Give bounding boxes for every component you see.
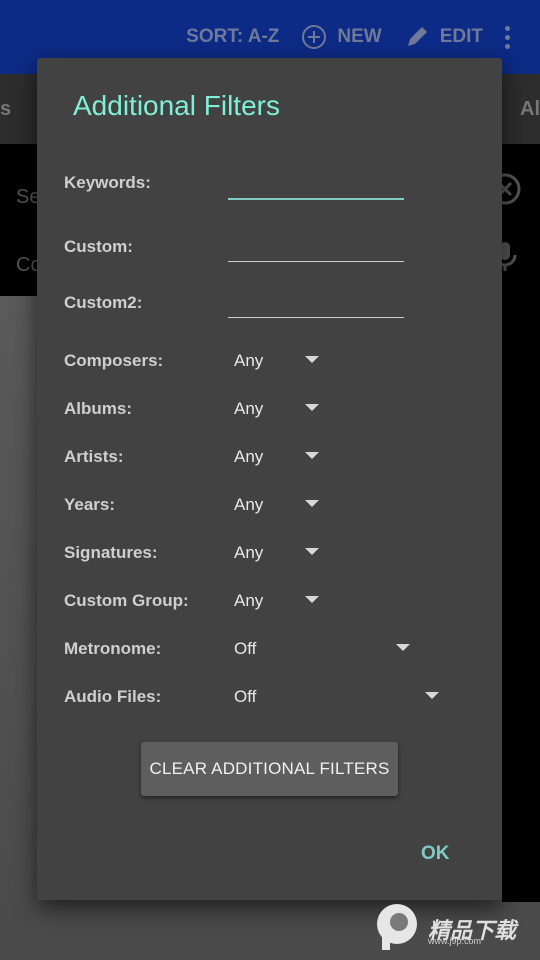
- custom-label: Custom:: [64, 237, 133, 256]
- watermark: 精品下载: [372, 900, 516, 957]
- custom-group-label: Custom Group:: [64, 591, 189, 610]
- signatures-label: Signatures:: [64, 543, 158, 562]
- clear-filters-button[interactable]: CLEAR ADDITIONAL FILTERS: [141, 742, 398, 796]
- artists-label: Artists:: [64, 447, 124, 466]
- albums-value: Any: [234, 399, 264, 418]
- custom-group-value: Any: [234, 591, 264, 610]
- watermark-url: www.j9p.com: [428, 936, 482, 946]
- edit-label: EDIT: [439, 26, 483, 47]
- new-action[interactable]: NEW: [301, 24, 382, 50]
- custom-input[interactable]: [228, 233, 404, 262]
- edit-action[interactable]: EDIT: [404, 24, 483, 50]
- sort-action[interactable]: SORT: A-Z: [186, 26, 279, 48]
- new-label: NEW: [337, 26, 382, 47]
- keywords-input[interactable]: [228, 170, 404, 200]
- metronome-value: Off: [234, 639, 257, 658]
- overflow-menu-icon[interactable]: [505, 25, 510, 49]
- years-value: Any: [234, 495, 264, 514]
- dialog-title: Additional Filters: [73, 90, 280, 121]
- right-edge: [502, 296, 540, 902]
- years-label: Years:: [64, 495, 116, 514]
- tab-left[interactable]: s: [0, 98, 11, 121]
- audio-files-label: Audio Files:: [64, 687, 162, 706]
- custom2-input[interactable]: [228, 289, 404, 318]
- composers-value: Any: [234, 351, 264, 370]
- signatures-value: Any: [234, 543, 264, 562]
- artists-value: Any: [234, 447, 264, 466]
- dropdown-arrow-icon: [305, 356, 319, 363]
- metronome-label: Metronome:: [64, 639, 162, 658]
- additional-filters-dialog: Additional Filters Keywords: Custom: Cus…: [37, 58, 502, 900]
- sort-label: SORT: A-Z: [186, 26, 280, 47]
- audio-files-value: Off: [234, 687, 257, 706]
- tab-right[interactable]: Al: [520, 98, 540, 121]
- ok-button[interactable]: OK: [415, 842, 456, 866]
- dropdown-arrow-icon: [305, 548, 319, 555]
- dropdown-arrow-icon: [305, 452, 319, 459]
- dropdown-arrow-icon: [305, 596, 319, 603]
- keywords-label: Keywords:: [64, 173, 151, 192]
- dropdown-arrow-icon: [425, 692, 439, 699]
- composers-label: Composers:: [64, 351, 164, 370]
- dropdown-arrow-icon: [396, 644, 410, 651]
- dropdown-arrow-icon: [305, 404, 319, 411]
- albums-label: Albums:: [64, 399, 132, 418]
- custom2-label: Custom2:: [64, 293, 143, 312]
- add-circle-icon: [301, 24, 327, 50]
- dropdown-arrow-icon: [305, 500, 319, 507]
- pencil-icon: [404, 24, 430, 50]
- watermark-logo-icon: [372, 900, 422, 957]
